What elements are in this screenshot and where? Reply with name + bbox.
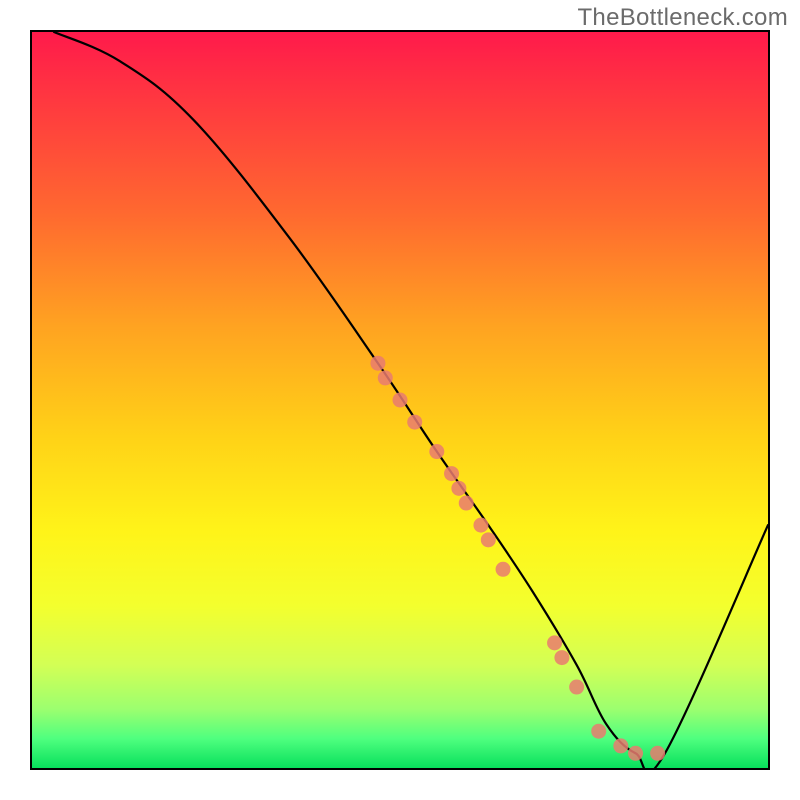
highlight-marker xyxy=(393,393,408,408)
highlight-marker xyxy=(370,356,385,371)
highlight-marker xyxy=(650,746,665,761)
highlight-marker xyxy=(554,650,569,665)
highlight-marker xyxy=(429,444,444,459)
highlight-marker xyxy=(547,635,562,650)
highlight-marker xyxy=(378,370,393,385)
highlight-marker xyxy=(569,680,584,695)
highlight-marker xyxy=(451,481,466,496)
bottleneck-curve xyxy=(54,32,768,768)
chart-frame: TheBottleneck.com xyxy=(0,0,800,800)
highlight-marker xyxy=(628,746,643,761)
highlight-marker xyxy=(459,496,474,511)
highlight-marker xyxy=(591,724,606,739)
highlight-marker xyxy=(407,415,422,430)
plot-area xyxy=(30,30,770,770)
highlight-marker xyxy=(613,738,628,753)
highlight-marker xyxy=(473,518,488,533)
highlight-marker-group xyxy=(370,356,665,761)
watermark-text: TheBottleneck.com xyxy=(577,4,788,32)
highlight-marker xyxy=(496,562,511,577)
highlight-marker xyxy=(444,466,459,481)
highlight-marker xyxy=(481,532,496,547)
curve-layer xyxy=(32,32,768,768)
